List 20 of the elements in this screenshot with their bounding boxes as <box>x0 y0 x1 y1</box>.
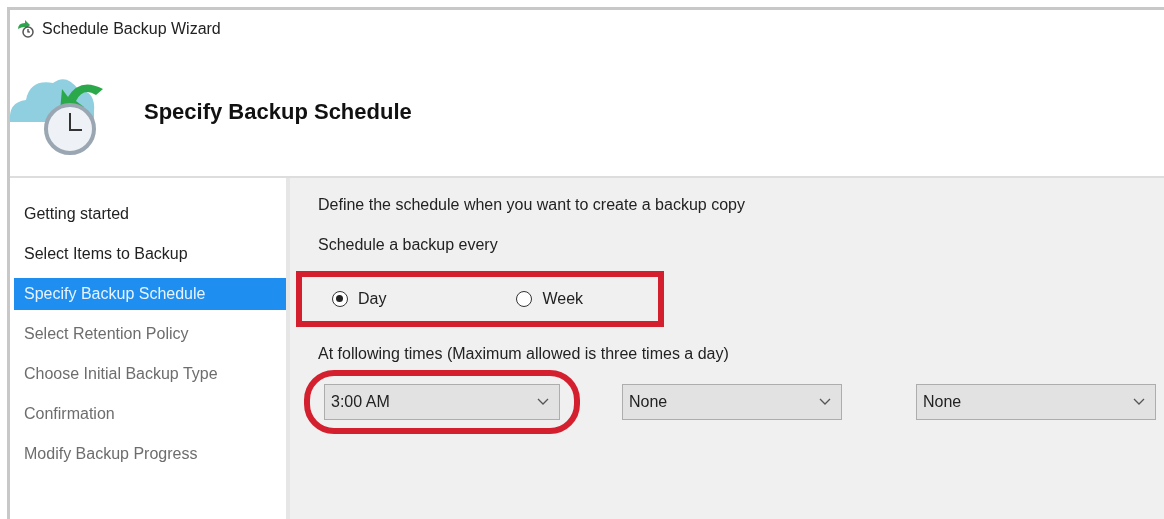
chevron-down-icon <box>1133 398 1145 406</box>
radio-button[interactable] <box>516 291 533 307</box>
step-item[interactable]: Getting started <box>14 194 286 234</box>
time-dropdown[interactable]: None <box>622 384 842 420</box>
chevron-down-icon <box>537 398 549 406</box>
chevron-down-icon <box>819 398 831 406</box>
radio-label: Week <box>542 290 584 308</box>
radio-label: Day <box>358 290 387 308</box>
radio-option[interactable]: Day <box>332 290 387 308</box>
time-dropdown[interactable]: None <box>916 384 1156 420</box>
backup-clock-icon <box>16 20 36 38</box>
time-dropdown[interactable]: 3:00 AM <box>324 384 560 420</box>
frequency-label: Schedule a backup every <box>318 236 499 254</box>
times-label: At following times (Maximum allowed is three times a day) <box>318 345 730 363</box>
radio-button[interactable] <box>332 291 348 307</box>
description-text: Define the schedule when you want to create a backup copy <box>318 196 746 214</box>
step-item[interactable]: Select Items to Backup <box>14 234 286 274</box>
window-title: Schedule Backup Wizard <box>42 20 221 38</box>
page-heading: Specify Backup Schedule <box>144 99 412 125</box>
radio-option[interactable]: Week <box>516 290 584 308</box>
